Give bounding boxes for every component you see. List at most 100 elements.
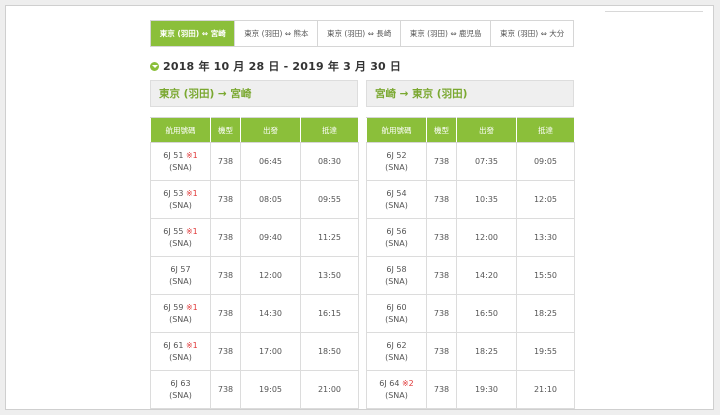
airport-code: (SNA) <box>385 162 408 172</box>
flight-number: 6J 55 <box>163 226 184 236</box>
aircraft-cell: 738 <box>426 142 457 181</box>
airport-code: (SNA) <box>385 276 408 286</box>
aircraft-cell: 738 <box>210 256 241 295</box>
arrival-cell: 15:50 <box>516 256 575 295</box>
flight-cell: 6J 59 ※1 (SNA) <box>150 294 211 333</box>
col-aircraft: 機型 <box>210 117 241 143</box>
table-row: 6J 59 ※1 (SNA) 738 14:30 16:15 <box>150 294 359 333</box>
flight-number: 6J 53 <box>163 188 184 198</box>
table-row: 6J 56 (SNA) 738 12:00 13:30 <box>366 218 575 257</box>
flight-cell: 6J 57 (SNA) <box>150 256 211 295</box>
arrival-cell: 18:50 <box>300 332 359 371</box>
flight-number: 6J 64 <box>379 378 400 388</box>
departure-cell: 12:00 <box>456 218 517 257</box>
arrival-cell: 19:55 <box>516 332 575 371</box>
airport-code: (SNA) <box>169 314 192 324</box>
tab-tokyo-kumamoto[interactable]: 東京 (羽田) ⇔ 熊本 <box>234 21 317 46</box>
table-row: 6J 52 (SNA) 738 07:35 09:05 <box>366 142 575 181</box>
departure-cell: 10:35 <box>456 180 517 219</box>
airport-code: (SNA) <box>385 200 408 210</box>
departure-cell: 16:50 <box>456 294 517 333</box>
table-row: 6J 55 ※1 (SNA) 738 09:40 11:25 <box>150 218 359 257</box>
flight-cell: 6J 55 ※1 (SNA) <box>150 218 211 257</box>
flight-cell: 6J 56 (SNA) <box>366 218 427 257</box>
col-departure: 出發 <box>240 117 301 143</box>
table-row: 6J 61 ※1 (SNA) 738 17:00 18:50 <box>150 332 359 371</box>
arrival-cell: 09:55 <box>300 180 359 219</box>
airport-code: (SNA) <box>169 238 192 248</box>
departure-cell: 17:00 <box>240 332 301 371</box>
col-flight-number: 航用號碼 <box>366 117 427 143</box>
flight-cell: 6J 53 ※1 (SNA) <box>150 180 211 219</box>
flight-cell: 6J 54 (SNA) <box>366 180 427 219</box>
airport-code: (SNA) <box>169 162 192 172</box>
col-aircraft: 機型 <box>426 117 457 143</box>
flight-number: 6J 60 <box>386 302 407 312</box>
arrival-cell: 21:10 <box>516 370 575 409</box>
table-row: 6J 54 (SNA) 738 10:35 12:05 <box>366 180 575 219</box>
flight-note: ※1 <box>185 150 198 160</box>
aircraft-cell: 738 <box>210 294 241 333</box>
aircraft-cell: 738 <box>426 180 457 219</box>
flight-number: 6J 63 <box>170 378 191 388</box>
tab-tokyo-miyazaki[interactable]: 東京 (羽田) ⇔ 宮崎 <box>151 21 235 46</box>
arrival-cell: 21:00 <box>300 370 359 409</box>
flight-cell: 6J 64 ※2 (SNA) <box>366 370 427 409</box>
flight-note: ※1 <box>185 302 198 312</box>
airport-code: (SNA) <box>169 352 192 362</box>
aircraft-cell: 738 <box>426 332 457 371</box>
table-row: 6J 53 ※1 (SNA) 738 08:05 09:55 <box>150 180 359 219</box>
col-arrival: 抵達 <box>516 117 575 143</box>
aircraft-cell: 738 <box>210 370 241 409</box>
aircraft-cell: 738 <box>210 142 241 181</box>
flight-cell: 6J 58 (SNA) <box>366 256 427 295</box>
airport-code: (SNA) <box>385 390 408 400</box>
aircraft-cell: 738 <box>426 256 457 295</box>
arrival-cell: 16:15 <box>300 294 359 333</box>
tab-tokyo-nagasaki[interactable]: 東京 (羽田) ⇔ 長崎 <box>317 21 400 46</box>
aircraft-cell: 738 <box>210 332 241 371</box>
flight-number: 6J 59 <box>163 302 184 312</box>
arrival-cell: 09:05 <box>516 142 575 181</box>
aircraft-cell: 738 <box>426 218 457 257</box>
departure-cell: 09:40 <box>240 218 301 257</box>
departure-cell: 19:05 <box>240 370 301 409</box>
flight-number: 6J 58 <box>386 264 407 274</box>
airport-code: (SNA) <box>169 200 192 210</box>
aircraft-cell: 738 <box>210 218 241 257</box>
arrival-cell: 08:30 <box>300 142 359 181</box>
table-row: 6J 62 (SNA) 738 18:25 19:55 <box>366 332 575 371</box>
flight-cell: 6J 51 ※1 (SNA) <box>150 142 211 181</box>
flight-number: 6J 51 <box>163 150 184 160</box>
flight-number: 6J 52 <box>386 150 407 160</box>
table-row: 6J 64 ※2 (SNA) 738 19:30 21:10 <box>366 370 575 409</box>
departure-cell: 07:35 <box>456 142 517 181</box>
arrival-cell: 12:05 <box>516 180 575 219</box>
flight-number: 6J 57 <box>170 264 191 274</box>
outbound-schedule-table: 航用號碼 機型 出發 抵達 6J 51 ※1 (SNA) 738 06:45 08:30… <box>150 117 359 409</box>
flight-number: 6J 62 <box>386 340 407 350</box>
route-heading-outbound: 東京 (羽田) → 宮崎 <box>150 80 358 107</box>
aircraft-cell: 738 <box>426 294 457 333</box>
flight-note: ※2 <box>401 378 414 388</box>
flight-cell: 6J 63 (SNA) <box>150 370 211 409</box>
flight-cell: 6J 61 ※1 (SNA) <box>150 332 211 371</box>
departure-cell: 12:00 <box>240 256 301 295</box>
return-schedule-table: 航用號碼 機型 出發 抵達 6J 52 (SNA) 738 07:35 09:05 6J … <box>366 117 575 409</box>
tab-tokyo-oita[interactable]: 東京 (羽田) ⇔ 大分 <box>490 21 573 46</box>
arrival-cell: 18:25 <box>516 294 575 333</box>
departure-cell: 19:30 <box>456 370 517 409</box>
departure-cell: 14:20 <box>456 256 517 295</box>
flight-note: ※1 <box>185 188 198 198</box>
arrival-cell: 11:25 <box>300 218 359 257</box>
airport-code: (SNA) <box>385 314 408 324</box>
arrival-cell: 13:50 <box>300 256 359 295</box>
tab-tokyo-kagoshima[interactable]: 東京 (羽田) ⇔ 鹿児島 <box>399 21 490 46</box>
col-departure: 出發 <box>456 117 517 143</box>
airport-code: (SNA) <box>169 276 192 286</box>
date-range: 2018 年 10 月 28 日 - 2019 年 3 月 30 日 <box>163 60 402 73</box>
departure-cell: 06:45 <box>240 142 301 181</box>
flight-cell: 6J 62 (SNA) <box>366 332 427 371</box>
flight-number: 6J 61 <box>163 340 184 350</box>
route-tabs: 東京 (羽田) ⇔ 宮崎 東京 (羽田) ⇔ 熊本 東京 (羽田) ⇔ 長崎 東… <box>150 20 574 47</box>
